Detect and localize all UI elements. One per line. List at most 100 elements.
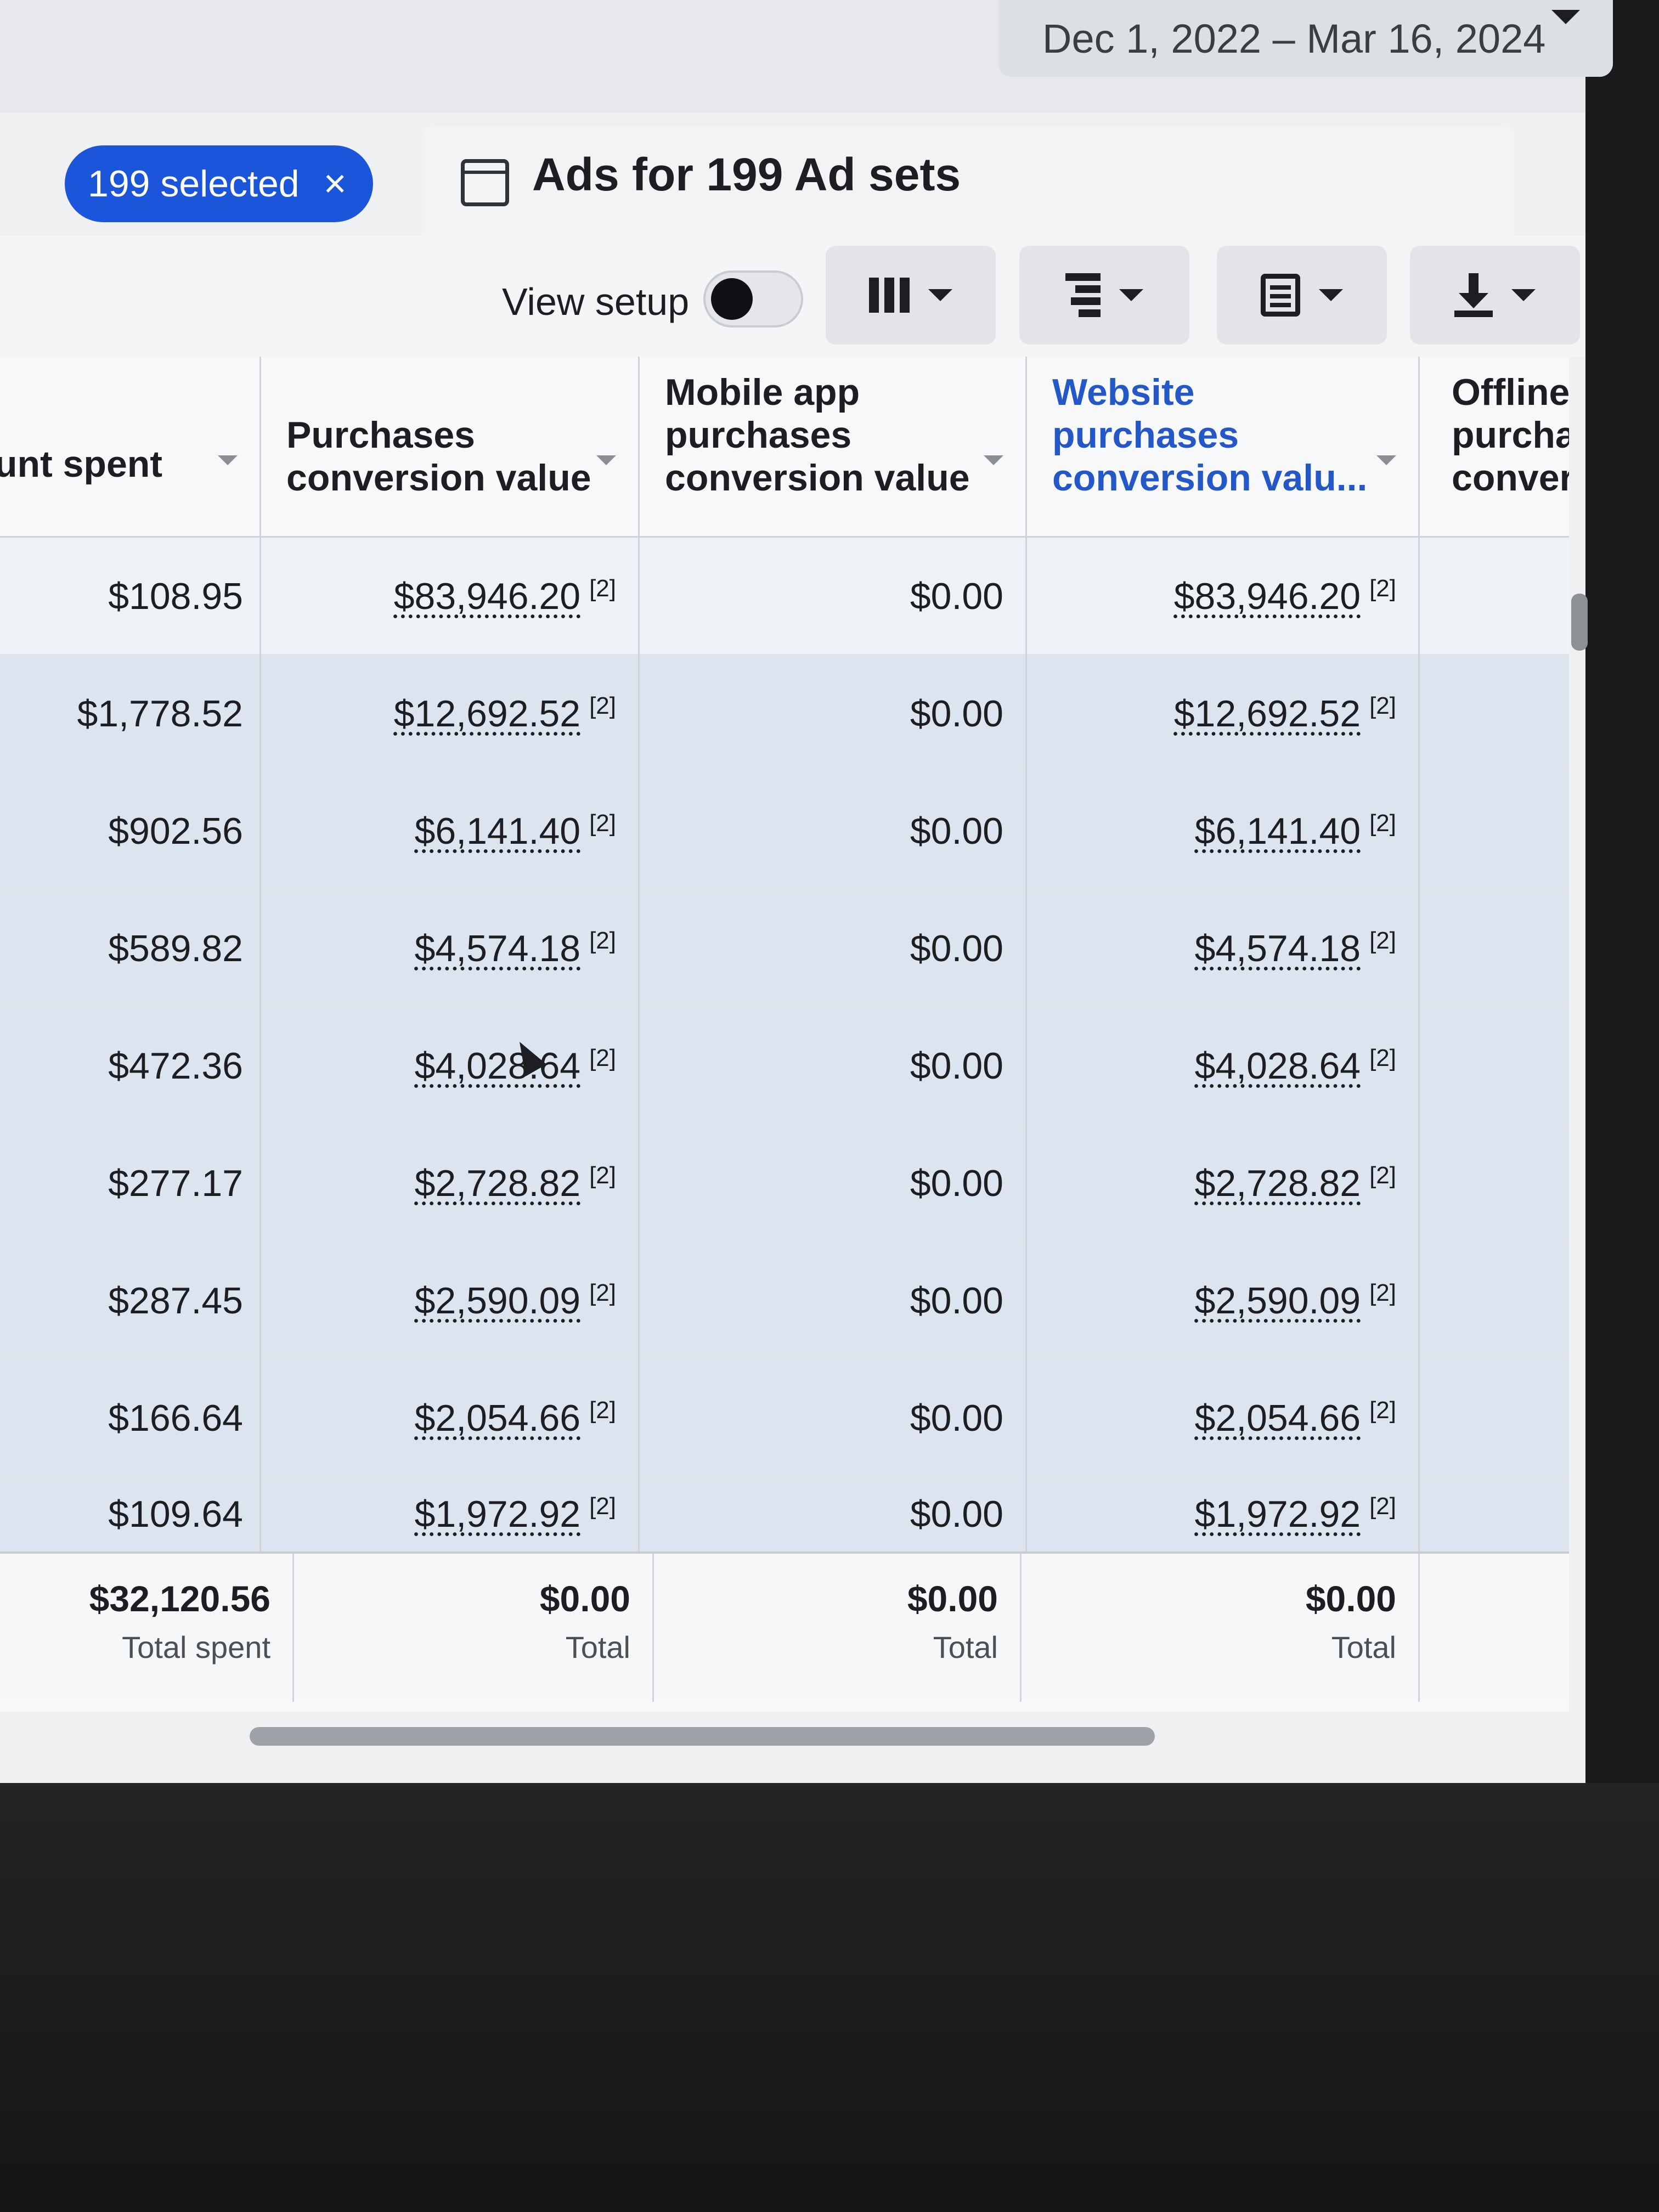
table-row[interactable]: $287.45 $2,590.09 [2] $0.00 $2,590.09 [2] [0,1242,1569,1359]
purchases-value-cell[interactable]: $6,141.40 [2] [261,772,640,890]
purchases-value-cell-value[interactable]: $1,972.92 [415,1493,581,1536]
mobile-purchases-cell-value: $0.00 [910,575,1003,617]
purchases-value-cell[interactable]: $4,574.18 [2] [261,890,640,1007]
table-row[interactable]: $589.82 $4,574.18 [2] $0.00 $4,574.18 [2] [0,890,1569,1007]
selection-pill[interactable]: 199 selected × [65,145,373,222]
tab-ads-label: Ads for 199 Ad sets [532,149,961,200]
breakdown-button[interactable] [1019,246,1189,345]
purchases-value-cell-value[interactable]: $4,028.64 [415,1045,581,1087]
website-purchases-cell-value[interactable]: $4,028.64 [1195,1045,1361,1087]
offline-purchases-cell [1420,1007,1569,1125]
amount-spent-cell-value: $589.82 [108,928,243,969]
footnote-marker: [2] [589,1397,616,1424]
footnote-marker: [2] [589,692,616,719]
sort-icon[interactable] [218,455,238,465]
amount-spent-cell: $166.64 [0,1359,261,1477]
website-purchases-cell-value[interactable]: $12,692.52 [1174,692,1361,735]
mobile-purchases-cell: $0.00 [640,538,1027,655]
sort-icon[interactable] [984,455,1003,465]
column-header-amount-spent[interactable]: unt spent [0,357,261,538]
ad-icon [461,159,509,206]
breakdown-icon [1065,273,1101,317]
column-header-website-purchases[interactable]: Website purchases conversion valu... [1027,357,1420,538]
amount-spent-cell-value: $472.36 [108,1045,243,1087]
table-row[interactable]: $166.64 $2,054.66 [2] $0.00 $2,054.66 [2] [0,1359,1569,1477]
vertical-scrollbar[interactable] [1571,594,1588,651]
website-purchases-cell[interactable]: $4,028.64 [2] [1027,1007,1420,1125]
footnote-marker: [2] [1369,927,1396,954]
monitor-bezel [0,1783,1659,2212]
amount-spent-cell-value: $108.95 [108,575,243,617]
column-header-offline-purchases[interactable]: Offline purchase conversi [1420,357,1569,538]
website-purchases-cell-value[interactable]: $2,054.66 [1195,1397,1361,1440]
purchases-value-cell-value[interactable]: $83,946.20 [394,575,580,618]
table-row[interactable]: $1,778.52 $12,692.52 [2] $0.00 $12,692.52 [2] [0,655,1569,772]
close-icon[interactable]: × [324,164,347,204]
view-setup-toggle[interactable] [703,270,803,328]
table-row[interactable]: $902.56 $6,141.40 [2] $0.00 $6,141.40 [2] [0,772,1569,890]
chevron-down-icon [928,289,952,301]
website-purchases-cell[interactable]: $2,054.66 [2] [1027,1359,1420,1477]
sort-icon[interactable] [596,455,616,465]
footnote-marker: [2] [589,575,616,602]
sort-icon[interactable] [1376,455,1396,465]
website-purchases-cell[interactable]: $12,692.52 [2] [1027,655,1420,772]
purchases-value-cell-value[interactable]: $2,728.82 [415,1162,581,1205]
table-row[interactable]: $109.64 $1,972.92 [2] $0.00 $1,972.92 [2] [0,1477,1569,1551]
purchases-value-cell[interactable]: $83,946.20 [2] [261,538,640,655]
website-purchases-cell-value[interactable]: $2,728.82 [1195,1162,1361,1205]
reports-button[interactable] [1217,246,1387,345]
website-purchases-cell[interactable]: $6,141.40 [2] [1027,772,1420,890]
website-purchases-cell-value[interactable]: $1,972.92 [1195,1493,1361,1536]
date-range-text: Dec 1, 2022 – Mar 16, 2024 [1042,15,1546,61]
website-purchases-cell-value[interactable]: $4,574.18 [1195,927,1361,970]
website-purchases-cell[interactable]: $4,574.18 [2] [1027,890,1420,1007]
reports-icon [1261,274,1300,317]
website-purchases-cell[interactable]: $2,590.09 [2] [1027,1242,1420,1359]
mobile-purchases-cell: $0.00 [640,1125,1027,1242]
columns-button[interactable] [826,246,996,345]
mobile-purchases-cell: $0.00 [640,655,1027,772]
purchases-value-cell[interactable]: $12,692.52 [2] [261,655,640,772]
website-purchases-cell-value[interactable]: $2,590.09 [1195,1279,1361,1322]
column-header-mobile-app-purchases[interactable]: Mobile app purchases conversion value [640,357,1027,538]
website-purchases-cell-value[interactable]: $83,946.20 [1174,575,1361,618]
website-purchases-cell[interactable]: $2,728.82 [2] [1027,1125,1420,1242]
amount-spent-cell: $1,778.52 [0,655,261,772]
date-range-picker[interactable]: Dec 1, 2022 – Mar 16, 2024 [998,0,1613,77]
table-row[interactable]: $277.17 $2,728.82 [2] $0.00 $2,728.82 [2] [0,1125,1569,1242]
view-setup-label: View setup [502,280,690,323]
website-purchases-cell-value[interactable]: $6,141.40 [1195,810,1361,853]
amount-spent-cell: $109.64 [0,1477,261,1551]
website-purchases-cell[interactable]: $83,946.20 [2] [1027,538,1420,655]
amount-spent-cell-value: $166.64 [108,1397,243,1439]
export-button[interactable] [1410,246,1580,345]
mobile-purchases-cell: $0.00 [640,1477,1027,1551]
tab-ads[interactable]: Ads for 199 Ad sets [422,126,1514,236]
purchases-value-cell[interactable]: $4,028.64 [2] [261,1007,640,1125]
amount-spent-cell: $108.95 [0,538,261,655]
total-website-purchases: $0.00 Total [1022,1554,1420,1702]
mobile-purchases-cell-value: $0.00 [910,1163,1003,1204]
horizontal-scrollbar[interactable] [250,1727,1155,1746]
purchases-value-cell[interactable]: $2,590.09 [2] [261,1242,640,1359]
website-purchases-cell[interactable]: $1,972.92 [2] [1027,1477,1420,1551]
purchases-value-cell-value[interactable]: $4,574.18 [415,927,581,970]
purchases-value-cell[interactable]: $1,972.92 [2] [261,1477,640,1551]
footnote-marker: [2] [1369,1493,1396,1520]
top-bar: Dec 1, 2022 – Mar 16, 2024 [0,0,1613,112]
purchases-value-cell[interactable]: $2,054.66 [2] [261,1359,640,1477]
purchases-value-cell-value[interactable]: $2,054.66 [415,1397,581,1440]
purchases-value-cell-value[interactable]: $2,590.09 [415,1279,581,1322]
table-row[interactable]: $472.36 $4,028.64 [2] $0.00 $4,028.64 [2] [0,1007,1569,1125]
column-header-purchases-conversion-value[interactable]: Purchases conversion value [261,357,640,538]
footnote-marker: [2] [589,1493,616,1520]
footnote-marker: [2] [589,1045,616,1071]
purchases-value-cell-value[interactable]: $12,692.52 [394,692,580,735]
offline-purchases-cell [1420,655,1569,772]
purchases-value-cell[interactable]: $2,728.82 [2] [261,1125,640,1242]
table-row[interactable]: $108.95 $83,946.20 [2] $0.00 $83,946.20 [2] [0,538,1569,655]
offline-purchases-cell [1420,890,1569,1007]
toggle-knob [711,278,753,320]
purchases-value-cell-value[interactable]: $6,141.40 [415,810,581,853]
